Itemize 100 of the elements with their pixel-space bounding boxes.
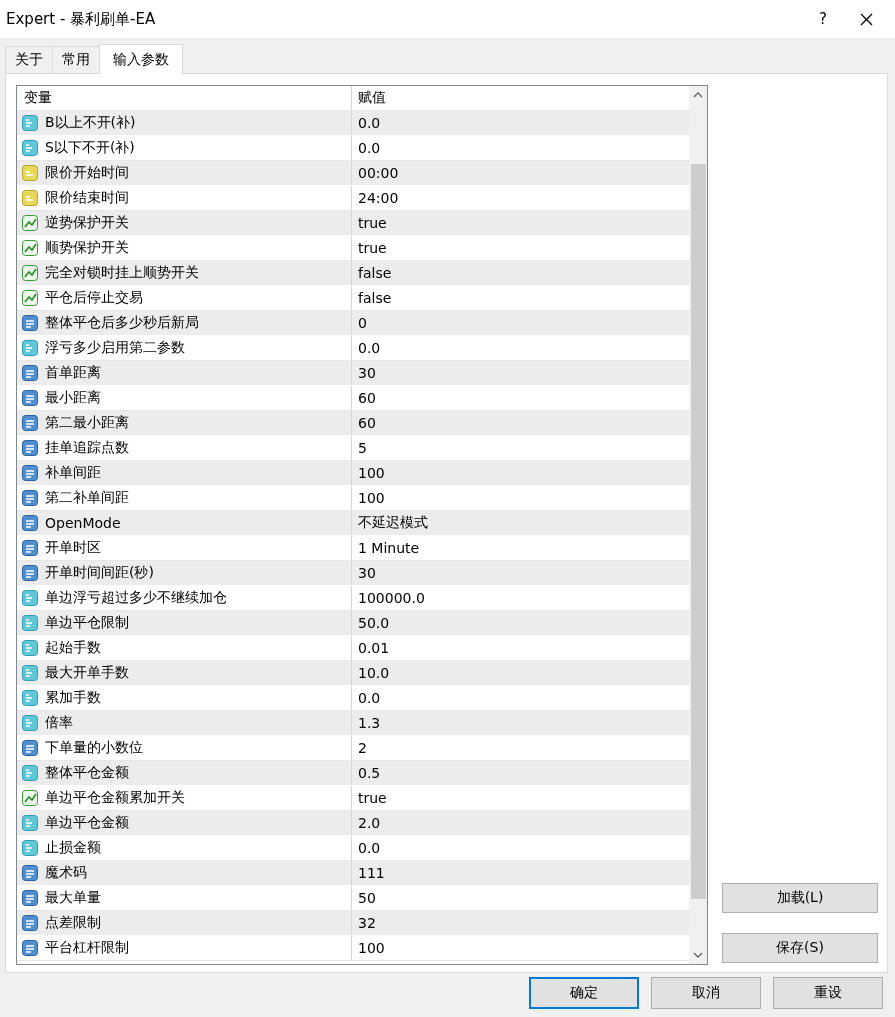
parameter-value: 0.0 [357,140,381,156]
parameter-name: 第二补单间距 [45,489,129,507]
parameter-name: 浮亏多少启用第二参数 [45,339,185,357]
side-button[interactable]: 加载(L) [722,883,878,913]
parameter-value: 5 [357,440,367,456]
parameter-value: 100 [357,940,385,956]
parameter-value: false [357,265,392,281]
variable-type-icon [22,439,39,457]
dialog-button[interactable]: 重设 [773,977,883,1009]
parameter-value: 0.0 [357,115,381,131]
parameter-name: 倍率 [45,714,73,732]
variable-type-icon [22,464,39,482]
parameter-value: 30 [357,365,376,381]
tab[interactable]: 输入参数 [99,44,183,74]
side-button[interactable]: 保存(S) [722,933,878,963]
parameter-name: 平仓后停止交易 [45,289,143,307]
variable-type-icon [22,139,39,157]
parameter-value: 30 [357,565,376,581]
parameter-value: 0.0 [357,690,381,706]
parameter-name: 限价开始时间 [45,164,129,182]
column-header[interactable]: 赋值 [352,89,386,107]
parameter-name: 补单间距 [45,464,101,482]
parameter-name: 止损金额 [45,839,101,857]
parameter-value: 10.0 [357,665,390,681]
scroll-down-icon[interactable] [693,952,703,958]
parameter-name: 平台杠杆限制 [45,939,129,957]
variable-type-icon [22,514,39,532]
parameter-value: 60 [357,390,376,406]
parameter-name: 起始手数 [45,639,101,657]
help-button[interactable]: ? [800,10,846,28]
parameter-name: 开单时区 [45,539,101,557]
variable-type-icon [22,889,39,907]
variable-type-icon [22,489,39,507]
parameter-name: 完全对锁时挂上顺势开关 [45,264,199,282]
variable-type-icon [22,164,39,182]
scrollbar-thumb[interactable] [690,164,706,899]
variable-type-icon [22,414,39,432]
parameter-value: 0.01 [357,640,390,656]
variable-type-icon [22,364,39,382]
parameter-name: OpenMode [45,515,121,531]
variable-type-icon [22,214,39,232]
parameter-value: 100 [357,490,385,506]
parameter-value: 111 [357,865,385,881]
parameter-value: 50.0 [357,615,390,631]
variable-type-icon [22,839,39,857]
parameter-name: 单边浮亏超过多少不继续加仓 [45,589,227,607]
parameter-value: 24:00 [357,190,399,206]
parameter-name: 单边平仓金额 [45,814,129,832]
parameter-value: 0.0 [357,840,381,856]
variable-type-icon [22,814,39,832]
dialog-button[interactable]: 确定 [529,977,639,1009]
parameter-name: 逆势保护开关 [45,214,129,232]
parameter-value: 2 [357,740,367,756]
parameter-name: 魔术码 [45,864,87,882]
variable-type-icon [22,189,39,207]
parameter-name: B以上不开(补) [45,114,136,132]
parameter-value: 不延迟模式 [357,514,428,532]
variable-type-icon [22,339,39,357]
variable-type-icon [22,389,39,407]
parameter-value: 0.5 [357,765,381,781]
parameter-name: 点差限制 [45,914,101,932]
parameter-value: 2.0 [357,815,381,831]
window-title: Expert - 暴利刷单-EA [6,9,157,29]
parameter-value: false [357,290,392,306]
dialog-button[interactable]: 取消 [651,977,761,1009]
parameter-name: 累加手数 [45,689,101,707]
parameter-name: 限价结束时间 [45,189,129,207]
parameter-name: 单边平仓限制 [45,614,129,632]
parameter-name: 单边平仓金额累加开关 [45,789,185,807]
parameter-name: 整体平仓后多少秒后新局 [45,314,199,332]
variable-type-icon [22,239,39,257]
scroll-up-icon[interactable] [693,92,703,98]
variable-type-icon [22,564,39,582]
parameter-name: 最大单量 [45,889,101,907]
variable-type-icon [22,264,39,282]
variable-type-icon [22,739,39,757]
parameter-value: 50 [357,890,376,906]
parameter-value: 1 Minute [357,540,420,556]
column-header[interactable]: 变量 [24,89,52,107]
parameter-value: 0 [357,315,367,331]
variable-type-icon [22,914,39,932]
tab[interactable]: 关于 [5,46,53,73]
parameter-value: true [357,240,387,256]
parameter-value: 32 [357,915,376,931]
parameter-value: 100 [357,465,385,481]
variable-type-icon [22,539,39,557]
variable-type-icon [22,314,39,332]
variable-type-icon [22,114,39,132]
close-icon[interactable] [860,12,873,26]
parameter-value: 100000.0 [357,590,425,606]
parameter-name: S以下不开(补) [45,139,135,157]
parameter-name: 开单时间间距(秒) [45,564,154,582]
parameter-name: 整体平仓金额 [45,764,129,782]
parameter-name: 最小距离 [45,389,101,407]
variable-type-icon [22,764,39,782]
variable-type-icon [22,714,39,732]
variable-type-icon [22,639,39,657]
parameter-value: true [357,790,387,806]
parameter-name: 第二最小距离 [45,414,129,432]
variable-type-icon [22,289,39,307]
